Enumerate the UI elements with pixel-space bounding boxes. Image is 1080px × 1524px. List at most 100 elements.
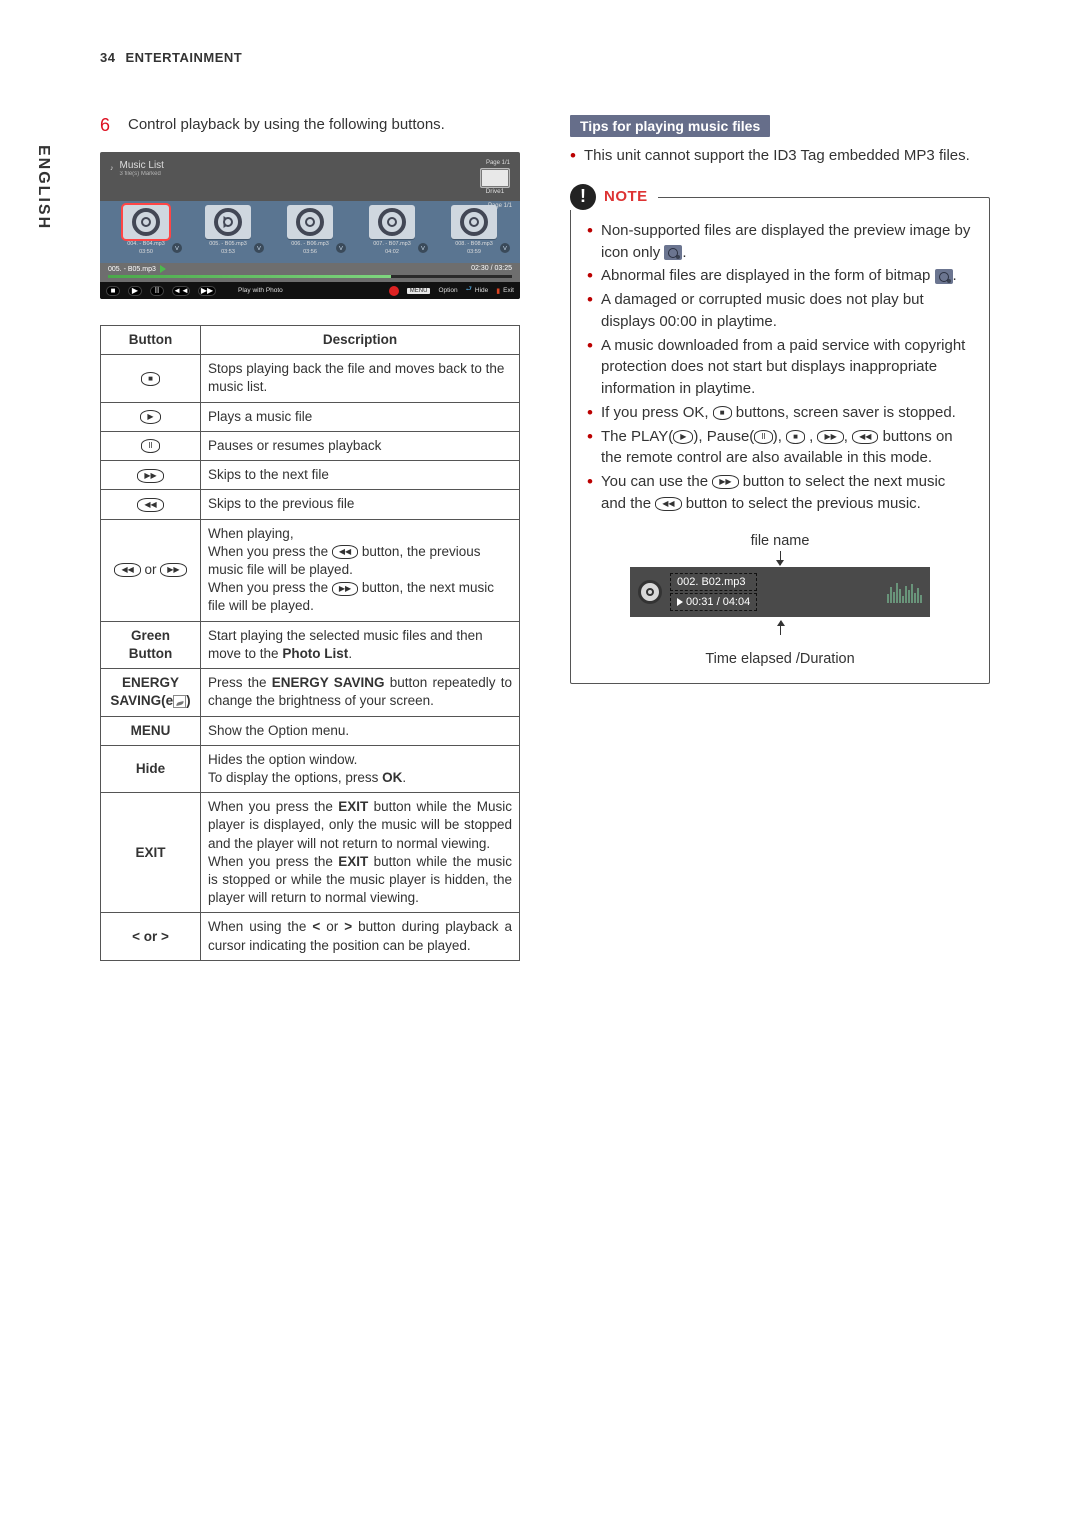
note-list: Non-supported files are displayed the pr… bbox=[587, 220, 973, 515]
menu-tag: MENU bbox=[407, 288, 431, 294]
description-cell: When you press the EXIT button while the… bbox=[201, 793, 520, 913]
description-cell: Press the ENERGY SAVING button repeatedl… bbox=[201, 669, 520, 716]
note-bullet: A damaged or corrupted music does not pl… bbox=[587, 289, 973, 333]
tile-label: 008. - B08.mp3 bbox=[455, 241, 493, 247]
button-oval-icon: ◀◀ bbox=[114, 563, 140, 577]
step-number: 6 bbox=[100, 115, 118, 136]
tips-list: This unit cannot support the ID3 Tag emb… bbox=[570, 145, 990, 167]
button-cell: EXIT bbox=[101, 793, 201, 913]
step-text: Control playback by using the following … bbox=[128, 115, 520, 136]
chevron-down-icon: ˅ bbox=[418, 243, 428, 253]
player-time: 00:31 / 04:04 bbox=[670, 593, 757, 611]
folder-icon bbox=[480, 168, 510, 188]
table-row: ■Stops playing back the file and moves b… bbox=[101, 355, 520, 402]
mock-page-top: Page 1/1 bbox=[480, 160, 510, 166]
chevron-down-icon: ˅ bbox=[336, 243, 346, 253]
pointer-arrow-icon bbox=[780, 621, 781, 635]
button-oval-icon: ▶▶ bbox=[160, 563, 186, 577]
page-number: 34 bbox=[100, 50, 115, 65]
button-cell: ▶▶ bbox=[101, 461, 201, 490]
page-header: 34 ENTERTAINMENT bbox=[100, 50, 1020, 65]
button-oval-icon: ▶▶ bbox=[137, 469, 163, 483]
description-cell: Hides the option window.To display the o… bbox=[201, 745, 520, 792]
button-oval-icon: ■ bbox=[786, 430, 805, 444]
button-oval-icon: ◀◀ bbox=[655, 497, 681, 511]
table-row: IIPauses or resumes playback bbox=[101, 431, 520, 460]
right-column: Tips for playing music files This unit c… bbox=[570, 115, 990, 684]
progress-bar bbox=[108, 275, 512, 278]
tile-duration: 03:53 bbox=[221, 249, 235, 255]
tile-box: ˅ bbox=[123, 205, 169, 239]
note-bullet: You can use the ▶▶ button to select the … bbox=[587, 471, 973, 515]
chevron-down-icon: ˅ bbox=[172, 243, 182, 253]
mock-track-name: 005. - B05.mp3 bbox=[108, 266, 156, 273]
tile-duration: 03:59 bbox=[467, 249, 481, 255]
filename-label: file name bbox=[751, 533, 810, 549]
table-row: HideHides the option window.To display t… bbox=[101, 745, 520, 792]
button-cell: ◀◀ or ▶▶ bbox=[101, 519, 201, 621]
table-row: MENUShow the Option menu. bbox=[101, 716, 520, 745]
next-button-icon: ▶▶ bbox=[198, 286, 216, 296]
mock-body: Page 1/1 ˅004. - B04.mp303:50˅005. - B05… bbox=[100, 201, 520, 263]
button-description-table: Button Description ■Stops playing back t… bbox=[100, 325, 520, 961]
play-with-photo-label: Play with Photo bbox=[238, 287, 283, 294]
note-icon: ! bbox=[570, 184, 596, 210]
note-bullet: Abnormal files are displayed in the form… bbox=[587, 265, 973, 287]
play-button-icon: ▶ bbox=[128, 286, 142, 296]
tile-box: ˅ bbox=[287, 205, 333, 239]
mock-tile: ˅005. - B05.mp303:53 bbox=[190, 205, 266, 255]
language-label: ENGLISH bbox=[34, 145, 52, 230]
button-oval-icon: ▶ bbox=[673, 430, 693, 444]
thumbnail-icon bbox=[664, 245, 682, 260]
disc-icon bbox=[460, 208, 488, 236]
two-column-layout: 6 Control playback by using the followin… bbox=[100, 115, 1020, 961]
tile-label: 004. - B04.mp3 bbox=[127, 241, 165, 247]
mock-tile: ˅ 004. - B04.mp3 03:50 bbox=[108, 205, 184, 255]
note-label: ! NOTE bbox=[570, 184, 658, 210]
player-illustration: file name 002. B02.mp3 00:31 / 04:04 bbox=[587, 533, 973, 667]
button-oval-icon: ■ bbox=[141, 372, 160, 386]
tips-bullet: This unit cannot support the ID3 Tag emb… bbox=[570, 145, 990, 167]
tile-box: ˅ bbox=[369, 205, 415, 239]
note-icon: ♪ bbox=[110, 165, 114, 172]
button-cell: Hide bbox=[101, 745, 201, 792]
note-bullet: If you press OK, ■ buttons, screen saver… bbox=[587, 402, 973, 424]
table-row: Green ButtonStart playing the selected m… bbox=[101, 621, 520, 668]
tile-duration: 03:56 bbox=[303, 249, 317, 255]
note-bullet: The PLAY(▶), Pause(II), ■ , ▶▶, ◀◀ butto… bbox=[587, 426, 973, 470]
language-tab: ENGLISH bbox=[30, 130, 70, 430]
button-oval-icon: ▶▶ bbox=[712, 475, 738, 489]
button-cell: ▶ bbox=[101, 402, 201, 431]
mock-header: ♪ Music List 3 file(s) Marked Page 1/1 D… bbox=[100, 152, 520, 201]
button-cell: ■ bbox=[101, 355, 201, 402]
disc-icon bbox=[214, 208, 242, 236]
pause-button-icon: II bbox=[150, 286, 164, 296]
button-cell: Green Button bbox=[101, 621, 201, 668]
play-icon bbox=[160, 265, 166, 273]
tile-duration: 04:02 bbox=[385, 249, 399, 255]
tile-label: 007. - B07.mp3 bbox=[373, 241, 411, 247]
mock-tile: ˅ 008. - B08.mp3 03:59 bbox=[436, 205, 512, 255]
table-row: ENERGY SAVING(e)Press the ENERGY SAVING … bbox=[101, 669, 520, 716]
disc-icon bbox=[296, 208, 324, 236]
mock-bottom-bar: ■ ▶ II ◄◄ ▶▶ Play with Photo MENU Option… bbox=[100, 282, 520, 299]
mock-tiles: ˅ 004. - B04.mp3 03:50 ˅005. - B05.mp303:53… bbox=[108, 205, 512, 255]
button-oval-icon: ▶▶ bbox=[817, 430, 843, 444]
mock-track-time: 02:30 / 03:25 bbox=[471, 265, 512, 273]
description-cell: Pauses or resumes playback bbox=[201, 431, 520, 460]
button-oval-icon: ▶ bbox=[140, 410, 160, 424]
red-dot-icon bbox=[389, 286, 399, 296]
note-box: ! NOTE Non-supported files are displayed… bbox=[570, 197, 990, 684]
table-head-description: Description bbox=[201, 326, 520, 355]
tile-duration: 03:50 bbox=[139, 249, 153, 255]
button-oval-icon: ◀◀ bbox=[137, 498, 163, 512]
button-oval-icon: ▶▶ bbox=[332, 582, 358, 596]
player-track-name: 002. B02.mp3 bbox=[670, 573, 757, 591]
page: 34 ENTERTAINMENT ENGLISH 6 Control playb… bbox=[0, 0, 1080, 1524]
tips-title: Tips for playing music files bbox=[570, 115, 770, 137]
mock-subtitle: 3 file(s) Marked bbox=[120, 171, 164, 177]
chevron-down-icon: ˅ bbox=[254, 243, 264, 253]
description-cell: Skips to the previous file bbox=[201, 490, 520, 519]
chevron-down-icon: ˅ bbox=[500, 243, 510, 253]
tile-label: 006. - B06.mp3 bbox=[291, 241, 329, 247]
